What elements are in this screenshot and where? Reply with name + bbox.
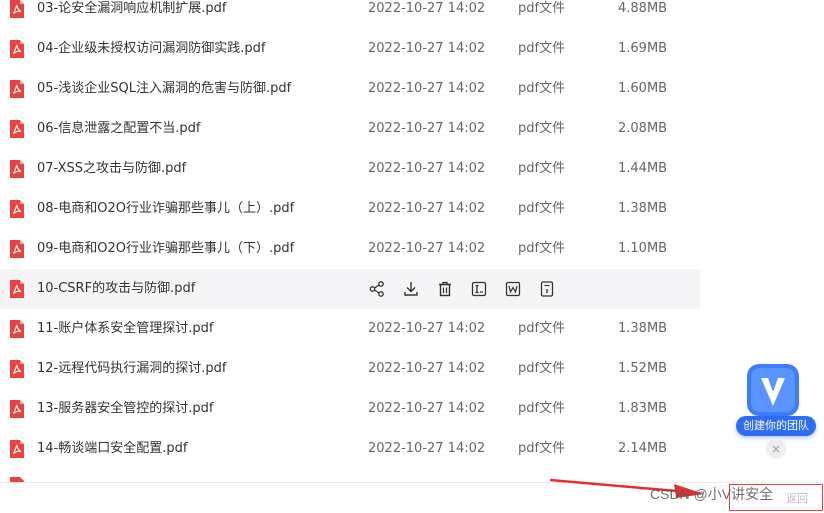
file-name[interactable]: 11-账户体系安全管理探讨.pdf bbox=[37, 309, 213, 349]
file-size: 1.38MB bbox=[618, 201, 668, 216]
file-info-icon[interactable] bbox=[538, 280, 556, 298]
file-date: 2022-10-27 14:02 bbox=[368, 361, 486, 376]
file-type: pdf文件 bbox=[518, 241, 566, 256]
pdf-file-icon bbox=[9, 200, 25, 218]
delete-icon[interactable] bbox=[436, 280, 454, 298]
pdf-file-icon bbox=[9, 240, 25, 258]
file-list: 03-论安全漏洞响应机制扩展.pdf 2022-10-27 14:02 pdf文件 4… bbox=[0, 0, 700, 469]
file-name[interactable]: 06-信息泄露之配置不当.pdf bbox=[37, 109, 200, 149]
file-name[interactable]: 04-企业级未授权访问漏洞防御实践.pdf bbox=[37, 29, 265, 69]
file-size: 1.52MB bbox=[618, 361, 668, 376]
file-type: pdf文件 bbox=[518, 201, 566, 216]
back-label[interactable]: 返回 bbox=[786, 490, 808, 506]
file-size: 4.88MB bbox=[618, 1, 668, 16]
file-row[interactable]: 13-服务器安全管控的探讨.pdf 2022-10-27 14:02 pdf文件 1.… bbox=[0, 389, 700, 429]
pdf-file-icon bbox=[9, 0, 25, 18]
file-row[interactable]: 10-CSRF的攻击与防御.pdf bbox=[0, 269, 700, 309]
pdf-file-icon bbox=[9, 440, 25, 458]
file-name[interactable]: 05-浅谈企业SQL注入漏洞的危害与防御.pdf bbox=[37, 69, 291, 109]
file-name[interactable]: 12-远程代码执行漏洞的探讨.pdf bbox=[37, 349, 226, 389]
file-row[interactable]: 04-企业级未授权访问漏洞防御实践.pdf 2022-10-27 14:02 pdf… bbox=[0, 29, 700, 69]
file-date: 2022-10-27 14:02 bbox=[368, 201, 486, 216]
pdf-file-icon bbox=[9, 360, 25, 378]
download-icon[interactable] bbox=[402, 280, 420, 298]
file-size: 1.83MB bbox=[618, 401, 668, 416]
pdf-file-icon bbox=[9, 320, 25, 338]
word-convert-icon[interactable] bbox=[504, 280, 522, 298]
file-size: 1.38MB bbox=[618, 321, 668, 336]
file-date: 2022-10-27 14:02 bbox=[368, 1, 486, 16]
file-row[interactable]: 12-远程代码执行漏洞的探讨.pdf 2022-10-27 14:02 pdf文件 1… bbox=[0, 349, 700, 389]
file-size: 1.60MB bbox=[618, 81, 668, 96]
file-size: 1.69MB bbox=[618, 41, 668, 56]
file-row[interactable]: 07-XSS之攻击与防御.pdf 2022-10-27 14:02 pdf文件 1.4… bbox=[0, 149, 700, 189]
pdf-file-icon bbox=[9, 80, 25, 98]
file-name[interactable]: 03-论安全漏洞响应机制扩展.pdf bbox=[37, 0, 226, 29]
file-name[interactable]: 13-服务器安全管控的探讨.pdf bbox=[37, 389, 213, 429]
pdf-file-icon bbox=[9, 400, 25, 418]
team-logo-icon[interactable] bbox=[741, 362, 805, 420]
rename-icon[interactable] bbox=[470, 280, 488, 298]
file-type: pdf文件 bbox=[518, 321, 566, 336]
file-date: 2022-10-27 14:02 bbox=[368, 121, 486, 136]
file-size: 2.08MB bbox=[618, 121, 668, 136]
file-size: 1.10MB bbox=[618, 241, 668, 256]
file-size: 2.14MB bbox=[618, 441, 668, 456]
create-team-button[interactable]: 创建你的团队 bbox=[736, 416, 816, 436]
file-name[interactable]: 07-XSS之攻击与防御.pdf bbox=[37, 149, 186, 189]
team-widget-close-icon[interactable]: × bbox=[766, 439, 786, 459]
file-type: pdf文件 bbox=[518, 401, 566, 416]
file-type: pdf文件 bbox=[518, 361, 566, 376]
file-type: pdf文件 bbox=[518, 1, 566, 16]
file-type: pdf文件 bbox=[518, 161, 566, 176]
file-date: 2022-10-27 14:02 bbox=[368, 81, 486, 96]
file-name[interactable]: 14-畅谈端口安全配置.pdf bbox=[37, 429, 187, 469]
file-type: pdf文件 bbox=[518, 121, 566, 136]
file-name[interactable]: 10-CSRF的攻击与防御.pdf bbox=[37, 269, 195, 309]
pdf-file-icon bbox=[9, 280, 25, 298]
pdf-file-icon bbox=[9, 160, 25, 178]
file-date: 2022-10-27 14:02 bbox=[368, 441, 486, 456]
file-size: 1.44MB bbox=[618, 161, 668, 176]
file-name[interactable]: 08-电商和O2O行业诈骗那些事儿（上）.pdf bbox=[37, 189, 294, 229]
file-row[interactable]: 11-账户体系安全管理探讨.pdf 2022-10-27 14:02 pdf文件 1.… bbox=[0, 309, 700, 349]
file-date: 2022-10-27 14:02 bbox=[368, 241, 486, 256]
file-row[interactable]: 06-信息泄露之配置不当.pdf 2022-10-27 14:02 pdf文件 2.0… bbox=[0, 109, 700, 149]
file-date: 2022-10-27 14:02 bbox=[368, 41, 486, 56]
create-team-widget[interactable]: 创建你的团队 × bbox=[733, 362, 819, 462]
file-row[interactable]: 14-畅谈端口安全配置.pdf 2022-10-27 14:02 pdf文件 2.14… bbox=[0, 429, 700, 469]
file-row[interactable]: 05-浅谈企业SQL注入漏洞的危害与防御.pdf 2022-10-27 14:02… bbox=[0, 69, 700, 109]
pdf-file-icon bbox=[9, 40, 25, 58]
file-date: 2022-10-27 14:02 bbox=[368, 161, 486, 176]
file-row[interactable]: 08-电商和O2O行业诈骗那些事儿（上）.pdf 2022-10-27 14:02… bbox=[0, 189, 700, 229]
file-date: 2022-10-27 14:02 bbox=[368, 401, 486, 416]
share-icon[interactable] bbox=[368, 280, 386, 298]
file-type: pdf文件 bbox=[518, 441, 566, 456]
file-name[interactable]: 09-电商和O2O行业诈骗那些事儿（下）.pdf bbox=[37, 229, 294, 269]
pdf-file-icon bbox=[9, 120, 25, 138]
file-type: pdf文件 bbox=[518, 81, 566, 96]
file-row[interactable]: 09-电商和O2O行业诈骗那些事儿（下）.pdf 2022-10-27 14:02… bbox=[0, 229, 700, 269]
annotation-red-box bbox=[729, 484, 823, 511]
file-type: pdf文件 bbox=[518, 41, 566, 56]
file-date: 2022-10-27 14:02 bbox=[368, 321, 486, 336]
file-row[interactable]: 03-论安全漏洞响应机制扩展.pdf 2022-10-27 14:02 pdf文件 4… bbox=[0, 0, 700, 29]
